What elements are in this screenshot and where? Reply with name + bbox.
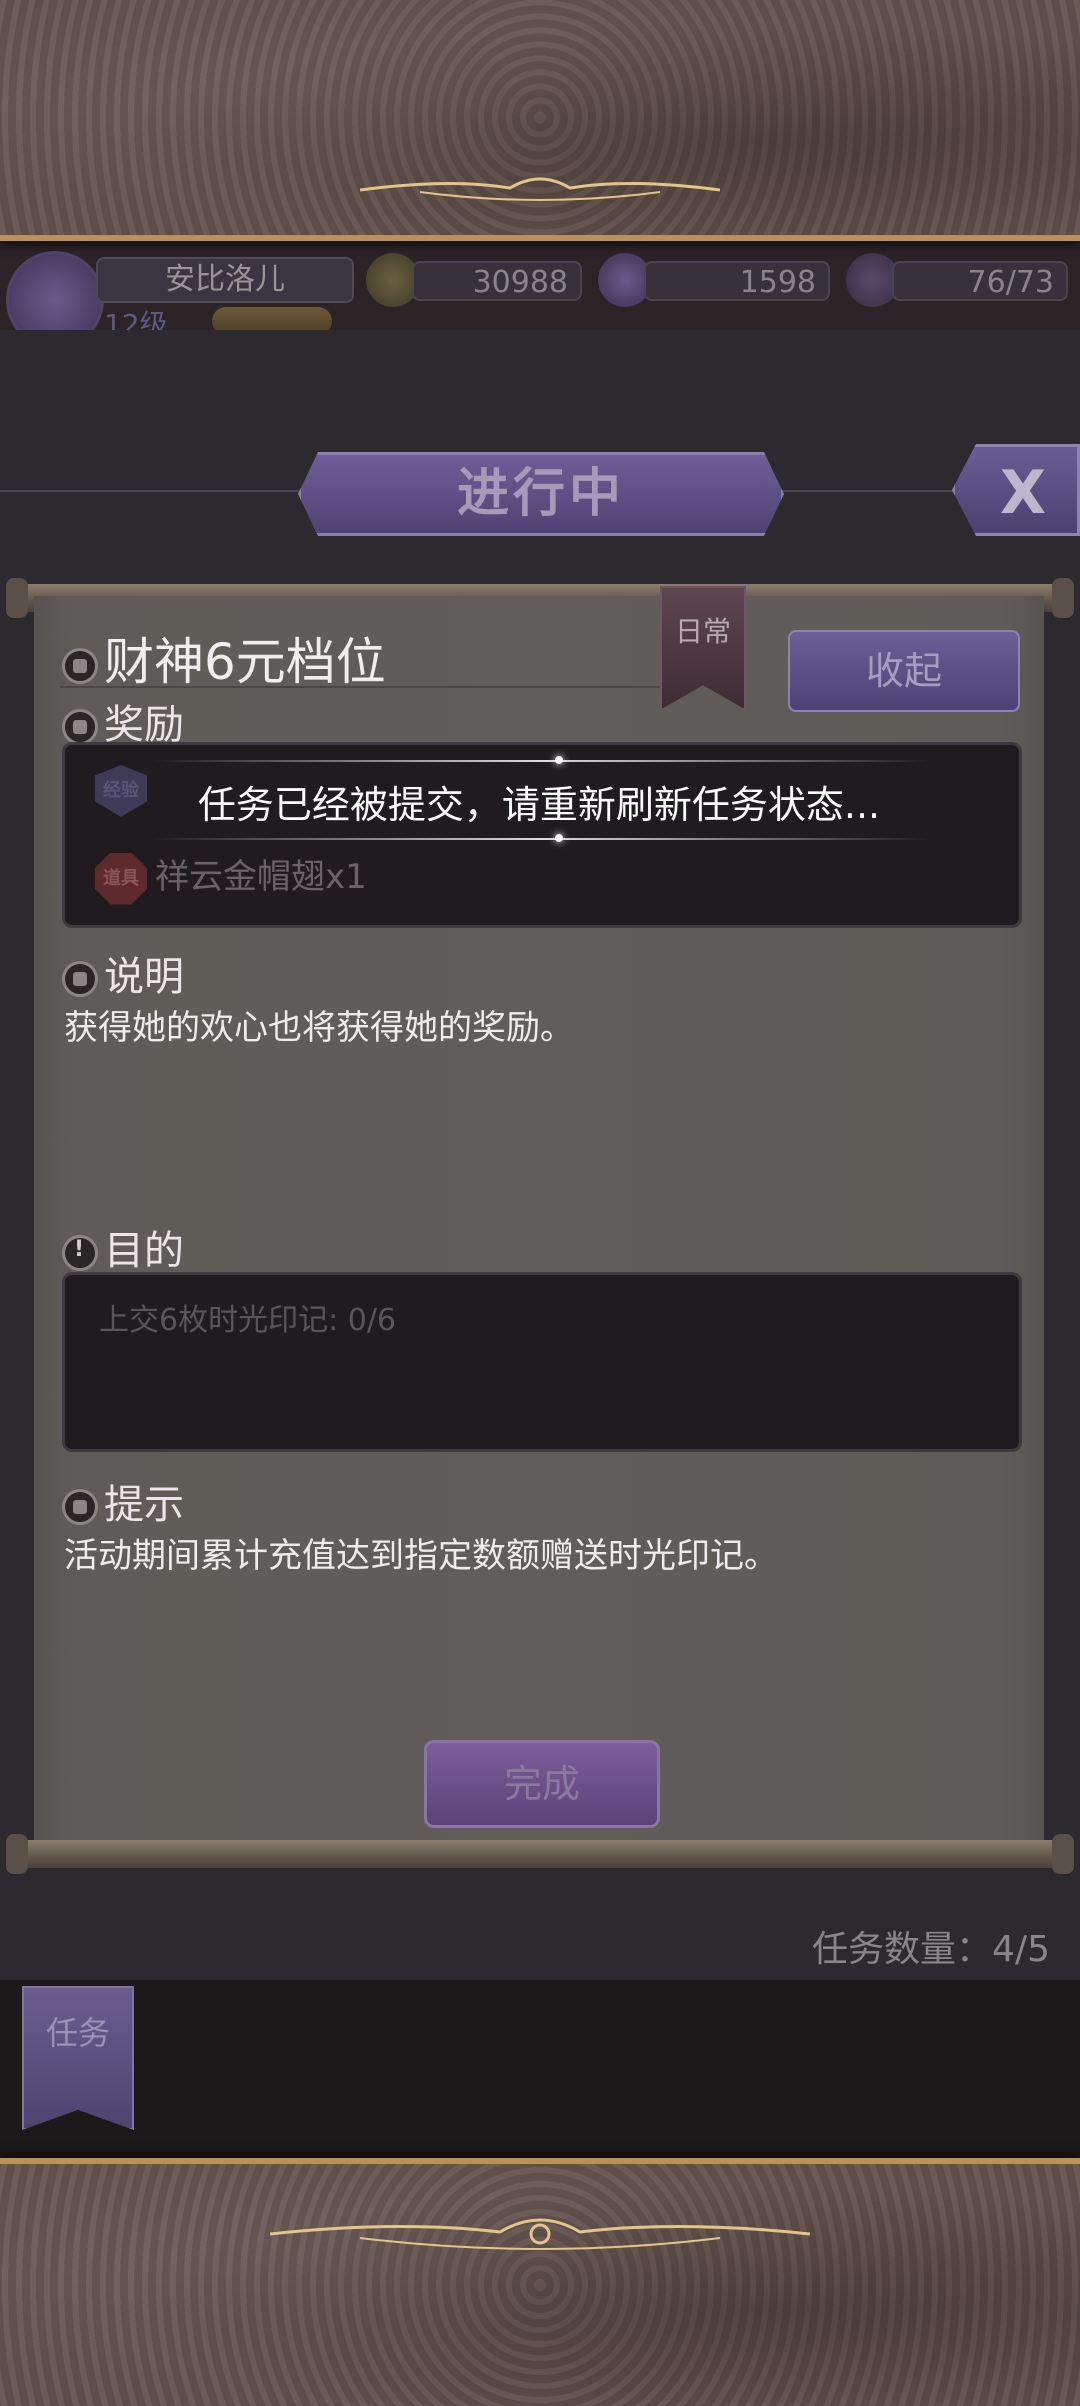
close-button[interactable]: X	[952, 444, 1080, 536]
top-decorative-band	[0, 0, 1080, 241]
book-icon	[62, 961, 98, 997]
tab-strip	[0, 1980, 1080, 2158]
description-title-text: 说明	[104, 954, 184, 1000]
hint-icon	[62, 1489, 98, 1525]
objective-section-title: 目的	[62, 1218, 184, 1276]
modal-title: 进行中	[298, 452, 784, 536]
scroll-bottom-rod	[6, 1834, 1074, 1874]
bottom-decorative-band	[0, 2158, 1080, 2406]
collapse-button[interactable]: 收起	[788, 630, 1020, 712]
objective-text: 上交6枚时光印记: 0/6	[99, 1303, 397, 1338]
hint-title-text: 提示	[104, 1482, 184, 1528]
objective-panel: 上交6枚时光印记: 0/6	[62, 1272, 1022, 1452]
gold-ornament-icon	[270, 2218, 810, 2250]
hint-section-title: 提示	[62, 1472, 184, 1530]
complete-button[interactable]: 完成	[424, 1740, 660, 1828]
task-name: 财神6元档位	[104, 633, 386, 691]
gold-counter: 30988	[412, 261, 582, 301]
gold-ornament-icon	[360, 177, 720, 201]
description-text: 获得她的欢心也将获得她的奖励。	[64, 1008, 574, 1048]
task-count: 任务数量：4/5	[812, 1929, 1050, 1970]
player-name: 安比洛儿	[96, 257, 354, 303]
stamina-counter: 76/73	[892, 261, 1068, 301]
toast-notification: 任务已经被提交，请重新刷新任务状态...	[62, 752, 1016, 846]
task-title: 财神6元档位	[62, 622, 386, 694]
task-icon	[62, 647, 98, 684]
title-underline	[60, 686, 660, 688]
reward-icon	[62, 709, 98, 745]
diamond-counter: 1598	[644, 261, 830, 301]
header-divider-right	[778, 490, 954, 492]
tab-tasks[interactable]: 任务	[22, 1986, 134, 2130]
item-badge-icon: 道具	[95, 852, 147, 905]
description-section-title: 说明	[62, 944, 184, 1002]
header-divider-left	[0, 490, 300, 492]
alert-icon	[62, 1235, 98, 1271]
toast-message: 任务已经被提交，请重新刷新任务状态...	[197, 783, 881, 827]
hint-text: 活动期间累计充值达到指定数额赠送时光印记。	[64, 1536, 778, 1576]
reward-item-prop: 道具 祥云金帽翅x1	[95, 849, 367, 905]
reward-item-text: 祥云金帽翅x1	[155, 857, 367, 897]
objective-title-text: 目的	[104, 1228, 184, 1274]
